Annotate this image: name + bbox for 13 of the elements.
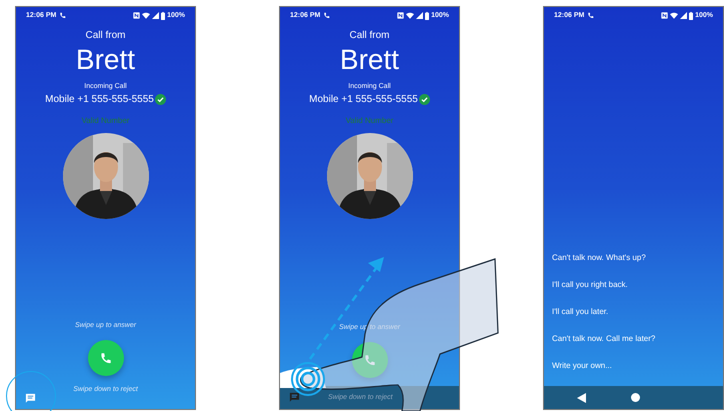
quick-reply[interactable]: I'll call you right back. (544, 278, 723, 305)
quick-reply[interactable]: Can't talk now. Call me later? (544, 332, 723, 359)
verification-label: Valid Number (82, 116, 130, 125)
phone-number: Mobile +1 555-555-5555 (45, 94, 154, 105)
call-heading: Call from (349, 30, 390, 41)
phone-number: Mobile +1 555-555-5555 (309, 94, 418, 105)
call-heading: Call from (85, 30, 126, 41)
quick-reply[interactable]: Write your own... (544, 359, 723, 386)
quick-reply[interactable]: I'll call you later. (544, 305, 723, 332)
caller-name: Brett (340, 44, 400, 76)
quick-reply[interactable]: Can't talk now. What's up? (544, 251, 723, 278)
verification-label: Valid Number (346, 116, 394, 125)
caller-name: Brett (76, 44, 136, 76)
